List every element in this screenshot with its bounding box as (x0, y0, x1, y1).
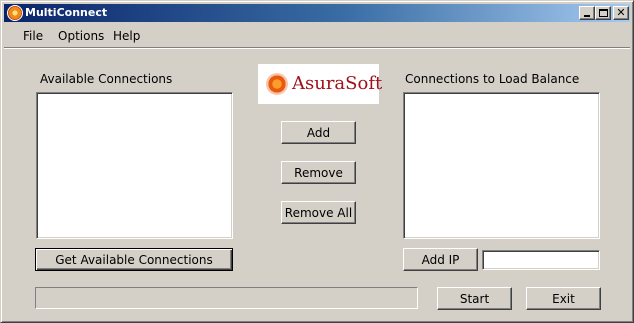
menu-bar: File Options Help (4, 25, 630, 47)
maximize-icon (599, 9, 608, 17)
load-balance-label: Connections to Load Balance (405, 72, 580, 86)
ip-address-input[interactable] (482, 250, 600, 270)
minimize-icon (584, 15, 590, 17)
available-connections-label: Available Connections (40, 72, 173, 86)
close-button[interactable]: ✕ (613, 6, 629, 20)
maximize-button[interactable] (595, 6, 611, 20)
menu-help[interactable]: Help (112, 29, 141, 43)
load-balance-list[interactable] (403, 92, 600, 239)
add-button[interactable]: Add (281, 121, 356, 144)
add-ip-button[interactable]: Add IP (403, 248, 478, 271)
get-available-connections-button[interactable]: Get Available Connections (35, 248, 233, 271)
menu-separator (4, 47, 630, 49)
sun-logo-icon (266, 73, 288, 95)
window-title: MultiConnect (25, 6, 108, 19)
minimize-button[interactable] (579, 6, 595, 20)
menu-file[interactable]: File (22, 29, 44, 43)
remove-all-button[interactable]: Remove All (281, 201, 356, 224)
menu-options[interactable]: Options (57, 29, 105, 43)
available-connections-list[interactable] (36, 92, 233, 239)
title-bar[interactable]: MultiConnect ✕ (4, 4, 630, 22)
remove-button[interactable]: Remove (281, 161, 356, 184)
app-sun-icon[interactable] (7, 5, 23, 21)
main-window: MultiConnect ✕ File Options Help Availab… (0, 0, 634, 323)
progress-bar (35, 287, 418, 309)
asurasoft-logo: AsuraSoft (258, 64, 383, 104)
exit-button[interactable]: Exit (526, 287, 601, 310)
logo-text: AsuraSoft (292, 73, 383, 94)
close-icon: ✕ (616, 6, 626, 19)
start-button[interactable]: Start (437, 287, 512, 310)
